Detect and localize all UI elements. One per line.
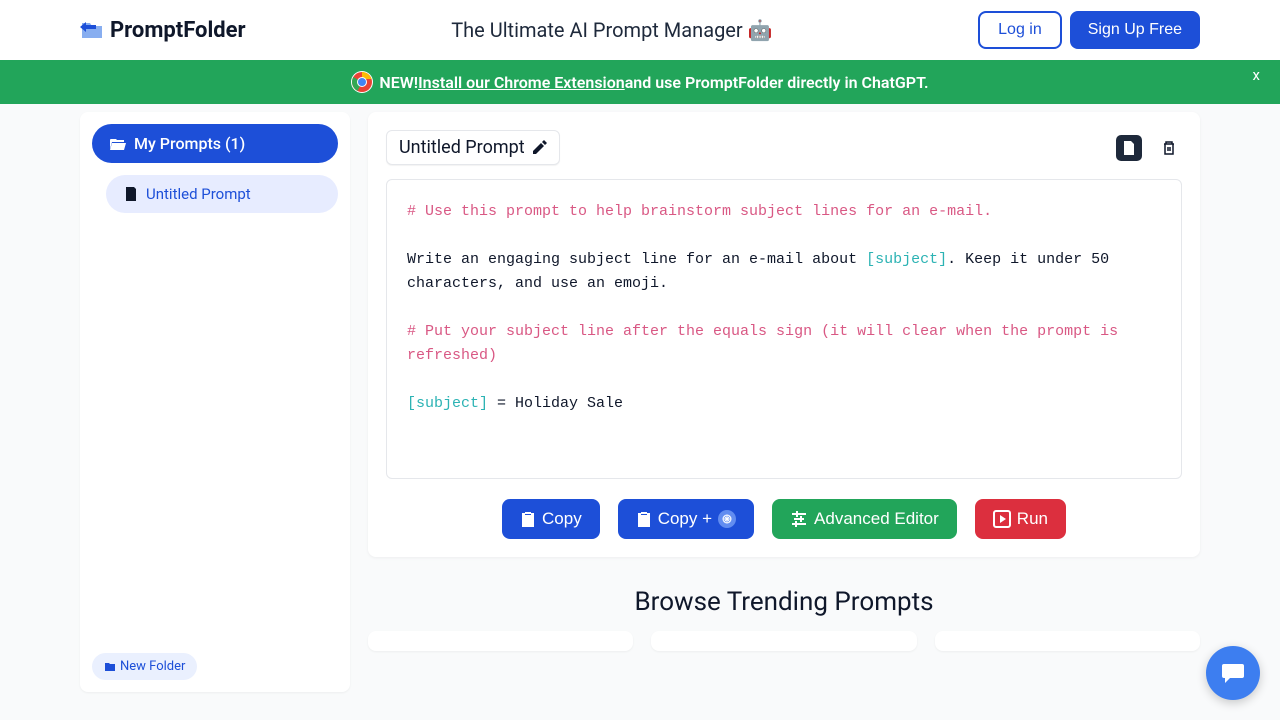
clipboard-icon xyxy=(636,510,652,528)
code-line: = Holiday Sale xyxy=(488,395,623,412)
folder-plus-icon xyxy=(104,661,116,673)
advanced-editor-button[interactable]: Advanced Editor xyxy=(772,499,957,539)
help-fab[interactable] xyxy=(1206,646,1260,700)
trash-icon xyxy=(1161,140,1177,156)
clipboard-icon xyxy=(520,510,536,528)
play-icon xyxy=(993,510,1011,528)
new-folder-label: New Folder xyxy=(120,659,185,674)
sidebar-item-untitled[interactable]: Untitled Prompt xyxy=(106,175,338,213)
trending-card[interactable] xyxy=(368,631,633,651)
folder-open-icon xyxy=(110,137,126,151)
copy-button[interactable]: Copy xyxy=(502,499,600,539)
card-icons xyxy=(1116,135,1182,161)
chrome-icon xyxy=(351,71,373,93)
logo[interactable]: PromptFolder xyxy=(80,18,246,43)
code-variable: [subject] xyxy=(866,251,947,268)
banner-new: NEW! xyxy=(379,73,418,92)
new-folder-button[interactable]: New Folder xyxy=(92,653,197,680)
my-prompts-button[interactable]: My Prompts (1) xyxy=(92,124,338,163)
brand-name: PromptFolder xyxy=(110,18,246,43)
add-button[interactable] xyxy=(1116,135,1142,161)
document-icon xyxy=(124,187,138,201)
trending-cards xyxy=(368,631,1200,651)
run-button[interactable]: Run xyxy=(975,499,1066,539)
chat-icon xyxy=(1220,660,1246,686)
banner-link[interactable]: Install our Chrome Extension xyxy=(418,73,625,92)
delete-button[interactable] xyxy=(1156,135,1182,161)
code-comment: # Put your subject line after the equals… xyxy=(407,323,1127,364)
code-variable: [subject] xyxy=(407,395,488,412)
copy-label: Copy xyxy=(542,509,582,529)
promo-banner: NEW! Install our Chrome Extension and us… xyxy=(0,60,1280,104)
sliders-icon xyxy=(790,510,808,528)
openai-icon xyxy=(718,510,736,528)
edit-icon xyxy=(531,140,547,156)
advanced-label: Advanced Editor xyxy=(814,509,939,529)
trending-card[interactable] xyxy=(651,631,916,651)
copy-ai-button[interactable]: Copy + xyxy=(618,499,754,539)
tagline: The Ultimate AI Prompt Manager 🤖 xyxy=(451,18,772,42)
auth-buttons: Log in Sign Up Free xyxy=(978,11,1200,49)
code-line: Write an engaging subject line for an e-… xyxy=(407,251,866,268)
prompt-title-chip[interactable]: Untitled Prompt xyxy=(386,130,560,165)
prompt-card: Untitled Prompt # Use this prompt to hel… xyxy=(368,112,1200,557)
folder-arrow-icon xyxy=(80,20,104,40)
code-comment: # Use this prompt to help brainstorm sub… xyxy=(407,203,992,220)
sidebar-item-label: Untitled Prompt xyxy=(146,185,251,203)
prompt-title: Untitled Prompt xyxy=(399,137,525,158)
copy-ai-label: Copy + xyxy=(658,509,712,529)
my-prompts-label: My Prompts (1) xyxy=(134,134,245,153)
sidebar: My Prompts (1) Untitled Prompt New Folde… xyxy=(80,112,350,692)
file-plus-icon xyxy=(1121,140,1137,156)
run-label: Run xyxy=(1017,509,1048,529)
login-button[interactable]: Log in xyxy=(978,11,1062,49)
signup-button[interactable]: Sign Up Free xyxy=(1070,11,1200,49)
trending-card[interactable] xyxy=(935,631,1200,651)
card-header: Untitled Prompt xyxy=(386,130,1182,165)
action-buttons: Copy Copy + Advanced Editor Run xyxy=(386,499,1182,539)
header: PromptFolder The Ultimate AI Prompt Mana… xyxy=(0,0,1280,60)
banner-rest: and use PromptFolder directly in ChatGPT… xyxy=(625,73,929,92)
banner-close-button[interactable]: x xyxy=(1253,66,1260,84)
main-content: Untitled Prompt # Use this prompt to hel… xyxy=(350,104,1280,692)
trending-title: Browse Trending Prompts xyxy=(368,587,1200,617)
code-editor[interactable]: # Use this prompt to help brainstorm sub… xyxy=(386,179,1182,479)
